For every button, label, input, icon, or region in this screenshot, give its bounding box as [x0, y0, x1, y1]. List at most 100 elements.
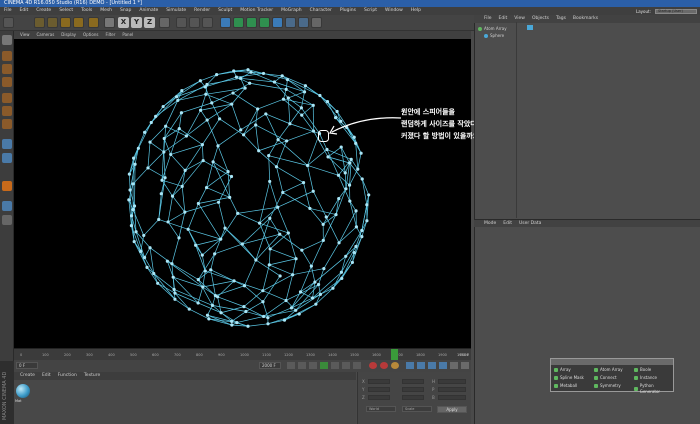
scale-select[interactable]: Scale — [402, 406, 432, 412]
array-button[interactable] — [259, 17, 270, 28]
menu-plugins[interactable]: Plugins — [340, 7, 356, 15]
spline-pen-button[interactable] — [233, 17, 244, 28]
menu-edit[interactable]: Edit — [20, 7, 29, 15]
viewport-menu-panel[interactable]: Panel — [122, 31, 133, 39]
menu-simulate[interactable]: Simulate — [166, 7, 186, 15]
mograph-item-atom-array[interactable]: Atom Array — [594, 367, 623, 373]
model-mode-button[interactable] — [2, 51, 12, 61]
axis-mode-button[interactable] — [2, 139, 12, 149]
mograph-item-boole[interactable]: Boole — [634, 367, 651, 373]
position-key-button[interactable] — [406, 362, 414, 369]
material-menu-create[interactable]: Create — [20, 372, 35, 380]
timeline-window-button[interactable] — [461, 362, 469, 369]
material-manager[interactable]: Mat — [14, 380, 356, 424]
prev-key-button[interactable] — [298, 362, 306, 369]
mograph-item-metaball[interactable]: Metaball — [554, 383, 577, 389]
next-key-button[interactable] — [342, 362, 350, 369]
undo-button[interactable] — [3, 17, 14, 28]
coord-x-field[interactable] — [368, 379, 390, 384]
polygons-mode-button[interactable] — [2, 119, 12, 129]
menu-motion-tracker[interactable]: Motion Tracker — [240, 7, 273, 15]
material-menu-function[interactable]: Function — [58, 372, 77, 380]
rotate-tool-button[interactable] — [73, 17, 84, 28]
menu-mesh[interactable]: Mesh — [100, 7, 112, 15]
size-z-field[interactable] — [402, 395, 424, 400]
play-button[interactable] — [320, 362, 328, 369]
menu-tools[interactable]: Tools — [81, 7, 92, 15]
apply-button[interactable]: Apply — [437, 406, 467, 413]
menu-character[interactable]: Character — [310, 7, 332, 15]
axis-z-button[interactable]: Z — [144, 17, 155, 28]
texture-tag-icon[interactable] — [527, 25, 533, 30]
make-editable-button[interactable] — [2, 35, 12, 45]
material-menu-texture[interactable]: Texture — [84, 372, 100, 380]
light-button[interactable] — [311, 17, 322, 28]
menu-file[interactable]: File — [4, 7, 12, 15]
coord-z-field[interactable] — [368, 395, 390, 400]
scale-key-button[interactable] — [417, 362, 425, 369]
render-picture-viewer-button[interactable] — [189, 17, 200, 28]
menu-sculpt[interactable]: Sculpt — [218, 7, 232, 15]
lock-workplane-button[interactable] — [2, 215, 12, 225]
move-tool-button[interactable] — [47, 17, 58, 28]
axis-x-button[interactable]: X — [118, 17, 129, 28]
deformer-button[interactable] — [272, 17, 283, 28]
menu-window[interactable]: Window — [385, 7, 403, 15]
floor-button[interactable] — [285, 17, 296, 28]
object-menu-bookmarks[interactable]: Bookmarks — [573, 15, 598, 23]
pla-key-button[interactable] — [450, 362, 458, 369]
material-menu-edit[interactable]: Edit — [42, 372, 51, 380]
mograph-item-array[interactable]: Array — [554, 367, 571, 373]
mograph-item-instance[interactable]: Instance — [634, 375, 657, 381]
mograph-item-python-generator[interactable]: Python Generator — [634, 383, 673, 395]
object-row-atom-array[interactable]: Atom Array — [478, 26, 507, 31]
timeline-ruler[interactable]: 0 100 200 300 400 500 600 700 800 900 1000 1100 1200… — [14, 348, 471, 360]
end-frame-field[interactable]: 2000 F — [259, 362, 281, 369]
render-view-button[interactable] — [176, 17, 187, 28]
goto-start-button[interactable] — [287, 362, 295, 369]
mograph-item-connect[interactable]: Connect — [594, 375, 617, 381]
viewport-menu-options[interactable]: Options — [83, 31, 98, 39]
edges-mode-button[interactable] — [2, 106, 12, 116]
3d-viewport[interactable] — [14, 39, 471, 348]
viewport-menu-display[interactable]: Display — [61, 31, 76, 39]
menu-script[interactable]: Script — [364, 7, 377, 15]
object-row-sphere[interactable]: Sphere — [484, 33, 504, 38]
object-menu-file[interactable]: File — [484, 15, 492, 23]
render-settings-button[interactable] — [202, 17, 213, 28]
next-frame-button[interactable] — [331, 362, 339, 369]
rot-h-field[interactable] — [438, 379, 466, 384]
axis-y-button[interactable]: Y — [131, 17, 142, 28]
size-x-field[interactable] — [402, 379, 424, 384]
mograph-item-spline-mask[interactable]: Spline Mask — [554, 375, 584, 381]
camera-button[interactable] — [298, 17, 309, 28]
scale-tool-button[interactable] — [60, 17, 71, 28]
select-tool-button[interactable] — [34, 17, 45, 28]
cube-button[interactable] — [220, 17, 231, 28]
texture-mode-button[interactable] — [2, 64, 12, 74]
menu-mograph[interactable]: MoGraph — [281, 7, 301, 15]
menu-animate[interactable]: Animate — [139, 7, 158, 15]
attribute-menu-mode[interactable]: Mode — [484, 220, 496, 227]
workplane-button[interactable] — [2, 201, 12, 211]
current-frame-marker[interactable] — [391, 349, 398, 360]
mograph-palette-title-bar[interactable] — [551, 359, 673, 365]
attribute-menu-edit[interactable]: Edit — [503, 220, 512, 227]
start-frame-field[interactable]: 0 F — [16, 362, 38, 369]
coord-y-field[interactable] — [368, 387, 390, 392]
menu-create[interactable]: Create — [36, 7, 51, 15]
recent-tools-button[interactable] — [104, 17, 115, 28]
subdivision-button[interactable] — [246, 17, 257, 28]
coord-system-button[interactable] — [159, 17, 170, 28]
goto-end-button[interactable] — [353, 362, 361, 369]
record-button[interactable] — [369, 362, 377, 369]
rotation-key-button[interactable] — [428, 362, 436, 369]
viewport-menu-view[interactable]: View — [20, 31, 30, 39]
rot-b-field[interactable] — [438, 395, 466, 400]
points-mode-button[interactable] — [2, 93, 12, 103]
attribute-menu-user-data[interactable]: User Data — [519, 220, 541, 227]
menu-select[interactable]: Select — [59, 7, 73, 15]
snap-button[interactable] — [2, 181, 12, 191]
object-menu-edit[interactable]: Edit — [499, 15, 508, 23]
material-swatch[interactable] — [16, 384, 30, 398]
